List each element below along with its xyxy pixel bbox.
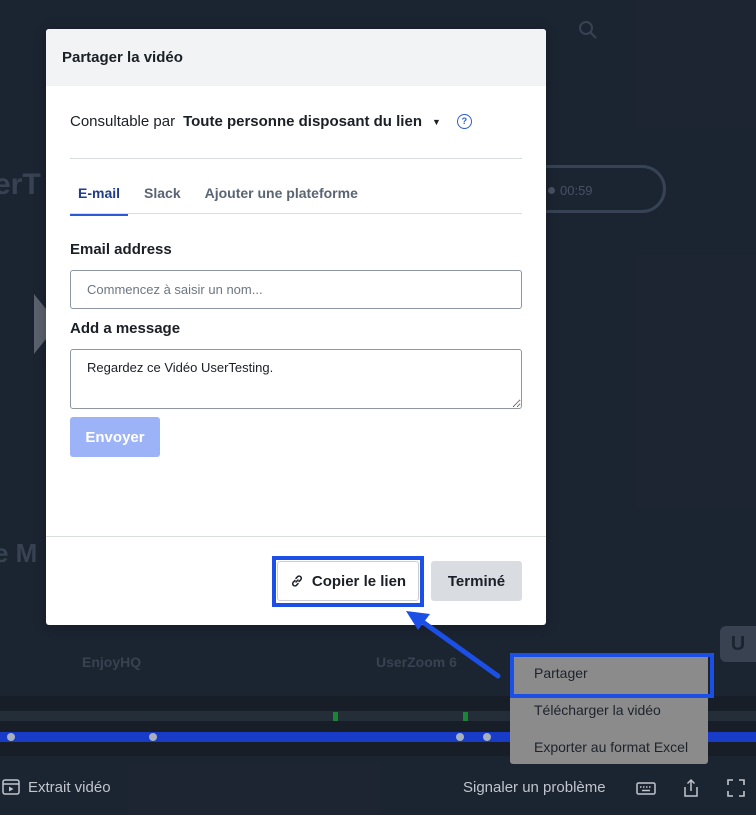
- tab-add-platform[interactable]: Ajouter une plateforme: [197, 179, 366, 213]
- highlight-frame-share: [510, 653, 714, 698]
- menu-item-export-excel[interactable]: Exporter au format Excel: [534, 739, 688, 755]
- visibility-label: Consultable par: [70, 113, 176, 130]
- send-button[interactable]: Envoyer: [70, 417, 160, 457]
- visibility-value: Toute personne disposant du lien: [183, 113, 422, 130]
- divider: [70, 158, 522, 159]
- done-button[interactable]: Terminé: [431, 561, 522, 601]
- email-label: Email address: [70, 241, 172, 258]
- share-tabs: E-mail Slack Ajouter une plateforme: [70, 179, 374, 216]
- menu-item-download-video[interactable]: Télécharger la vidéo: [534, 702, 661, 718]
- share-dialog: Partager la vidéo Consultable par Toute …: [46, 29, 546, 625]
- tab-slack[interactable]: Slack: [136, 179, 189, 213]
- dialog-title: Partager la vidéo: [46, 29, 546, 86]
- highlight-frame-copy-link: [272, 556, 424, 607]
- message-field[interactable]: Regardez ce Vidéo UserTesting.: [70, 349, 522, 409]
- visibility-row: Consultable par Toute personne disposant…: [70, 113, 472, 130]
- message-label: Add a message: [70, 320, 181, 337]
- question-circle-icon[interactable]: ?: [456, 114, 472, 129]
- visibility-dropdown[interactable]: Toute personne disposant du lien ▼: [183, 113, 441, 130]
- tab-email[interactable]: E-mail: [70, 179, 129, 216]
- email-field[interactable]: [70, 270, 522, 309]
- tabs-divider: [70, 213, 522, 214]
- footer-divider: [46, 536, 546, 537]
- caret-down-icon: ▼: [431, 116, 441, 127]
